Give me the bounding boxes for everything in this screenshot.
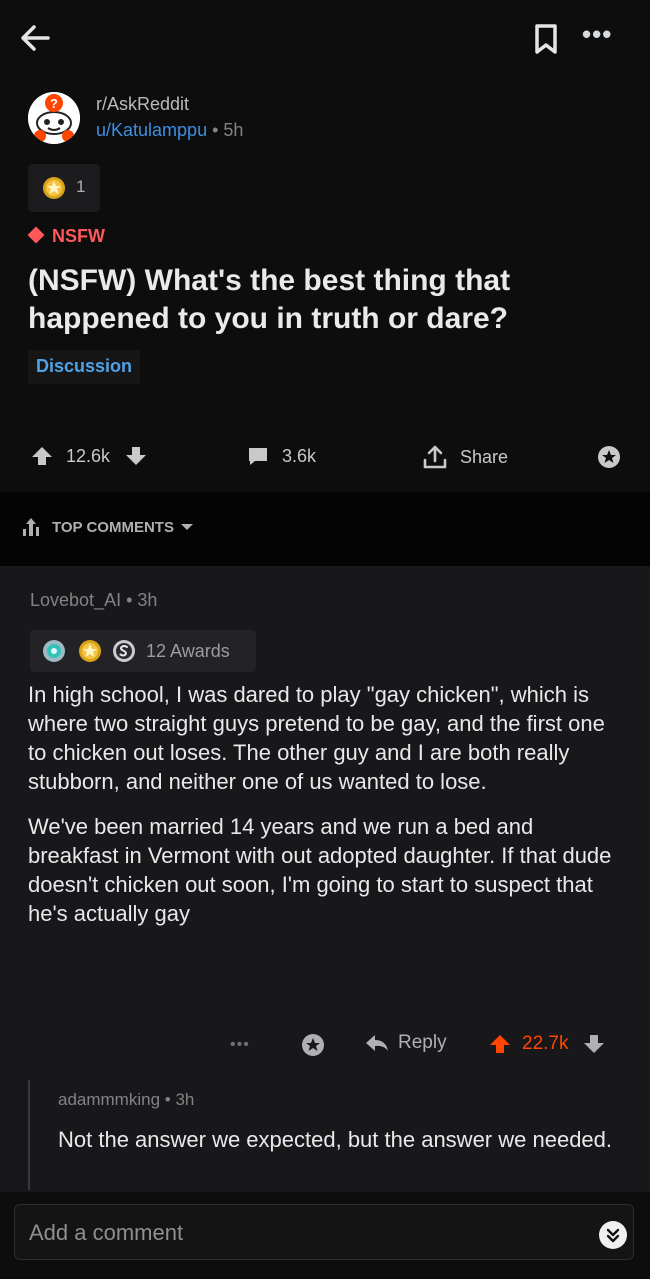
save-button[interactable] — [530, 22, 562, 56]
meta-separator: • — [121, 590, 138, 610]
comment-age: 3h — [137, 590, 158, 610]
vote-group: 12.6k — [30, 444, 148, 468]
comment-awards[interactable]: 12 Awards — [30, 630, 256, 672]
post-awards[interactable]: 1 — [28, 164, 100, 212]
meta-separator: • — [207, 120, 224, 140]
post-meta: u/Katulamppu • 5h — [96, 120, 243, 141]
post-comment-count: 3.6k — [282, 445, 317, 466]
more-options-button[interactable]: ••• — [582, 21, 622, 54]
post-author-link[interactable]: u/Katulamppu — [96, 120, 207, 140]
share-icon — [423, 445, 447, 469]
comment-vote-group: 22.7k — [488, 1032, 606, 1056]
askreddit-logo-icon: ? — [28, 92, 80, 144]
reply-arrow-icon — [366, 1035, 388, 1051]
svg-text:?: ? — [50, 96, 58, 111]
nsfw-label: NSFW — [52, 226, 105, 246]
top-comment: Lovebot_AI • 3h 12 Awards In high school… — [0, 566, 650, 1196]
nested-reply: adammmking • 3h Not the answer we expect… — [28, 1080, 628, 1190]
upvote-arrow-active-icon[interactable] — [488, 1032, 512, 1056]
comment-composer-bar — [0, 1192, 650, 1279]
comment-paragraph: We've been married 14 years and we run a… — [28, 814, 612, 926]
comment-vote-count: 22.7k — [522, 1033, 569, 1054]
comment-more-button[interactable]: ••• — [230, 1036, 250, 1054]
add-comment-input[interactable] — [29, 1215, 559, 1251]
post-header: ? r/AskReddit u/Katulamppu • 5h — [28, 92, 628, 152]
downvote-arrow-icon[interactable] — [124, 444, 148, 468]
post-vote-count: 12.6k — [66, 445, 111, 466]
reply-button[interactable]: Reply — [364, 1032, 447, 1054]
give-award-button[interactable] — [596, 444, 622, 470]
arrow-left-icon — [21, 25, 50, 51]
award-count: 1 — [76, 177, 86, 196]
upvote-arrow-icon[interactable] — [30, 444, 54, 468]
reply-age: 3h — [175, 1090, 195, 1109]
post-age: 5h — [223, 120, 244, 140]
awards-count-label: 12 Awards — [146, 641, 230, 661]
double-chevron-down-icon — [606, 1228, 620, 1243]
platinum-award-icon — [43, 640, 65, 662]
comment-meta: Lovebot_AI • 3h — [30, 590, 157, 611]
comment-author[interactable]: Lovebot_AI — [30, 590, 121, 610]
jump-to-next-button[interactable] — [599, 1221, 627, 1249]
share-button[interactable]: Share — [422, 444, 508, 470]
comment-bubble-icon — [249, 448, 267, 465]
sort-label: TOP COMMENTS — [52, 518, 174, 536]
reply-label: Reply — [398, 1032, 447, 1053]
chevron-down-icon — [180, 524, 193, 530]
bookmark-icon — [535, 24, 557, 54]
sort-rocket-icon — [23, 518, 39, 536]
gold-award-icon — [79, 640, 101, 662]
post-title: (NSFW) What's the best thing that happen… — [28, 264, 511, 335]
back-button[interactable] — [18, 20, 54, 56]
comments-button[interactable]: 3.6k — [246, 444, 316, 468]
gold-award-icon — [43, 177, 65, 199]
sort-comments-button[interactable]: TOP COMMENTS — [20, 516, 194, 538]
nsfw-tag: NSFW — [27, 226, 105, 247]
post-actions-bar: 12.6k 3.6k Share — [0, 436, 650, 480]
comment-composer[interactable] — [14, 1204, 634, 1260]
share-label: Share — [460, 446, 509, 467]
silver-award-icon — [113, 640, 135, 662]
award-outline-icon — [598, 446, 620, 468]
meta-separator: • — [160, 1090, 176, 1109]
downvote-arrow-icon[interactable] — [582, 1032, 606, 1056]
comment-actions-bar: ••• Reply 22.7k — [0, 1026, 650, 1066]
subreddit-name[interactable]: r/AskReddit — [96, 94, 189, 115]
award-outline-icon[interactable] — [300, 1032, 326, 1058]
subreddit-avatar[interactable]: ? — [28, 92, 80, 144]
reply-meta: adammmking • 3h — [58, 1090, 194, 1110]
reply-body: Not the answer we expected, but the answ… — [58, 1127, 613, 1152]
comment-paragraph: In high school, I was dared to play "gay… — [28, 682, 605, 794]
reply-author[interactable]: adammmking — [58, 1090, 160, 1109]
post-flair[interactable]: Discussion — [28, 350, 141, 384]
comment-body: In high school, I was dared to play "gay… — [28, 680, 628, 944]
top-bar: ••• — [0, 0, 650, 80]
nsfw-diamond-icon — [27, 226, 45, 244]
